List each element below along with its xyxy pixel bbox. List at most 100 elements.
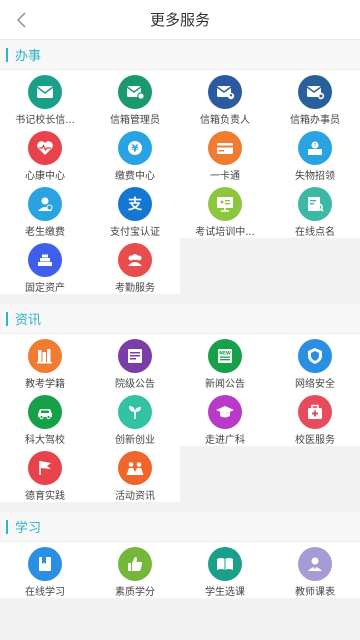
section-title: 学习	[15, 521, 42, 536]
service-tile[interactable]: 考勤服务	[90, 238, 180, 294]
service-tile[interactable]: 固定资产	[0, 238, 90, 294]
service-tile[interactable]: 信箱负责人	[180, 70, 270, 126]
service-tile[interactable]: 教考学籍	[0, 334, 90, 390]
service-tile[interactable]: NEW 新闻公告	[180, 334, 270, 390]
service-label: 教师课表	[295, 587, 335, 598]
service-tile[interactable]: 信箱管理员	[90, 70, 180, 126]
section-header: 资讯	[0, 304, 360, 334]
service-label: 在线学习	[25, 587, 65, 598]
card-icon	[208, 131, 242, 165]
service-label: 信箱办事员	[290, 115, 340, 126]
service-label: 活动资讯	[115, 491, 155, 502]
service-label: 新闻公告	[205, 379, 245, 390]
service-label: 考勤服务	[115, 283, 155, 294]
service-label: 支付宝认证	[110, 227, 160, 238]
service-tile[interactable]: 创新创业	[90, 390, 180, 446]
car-icon	[28, 395, 62, 429]
svg-text:NEW: NEW	[219, 351, 231, 357]
page-title: 更多服务	[149, 11, 210, 29]
open-book-icon	[208, 547, 242, 581]
mail-person-icon	[208, 75, 242, 109]
service-label: 科大驾校	[25, 435, 65, 446]
service-tile[interactable]: 心康中心	[0, 126, 90, 182]
svg-text:?: ?	[314, 143, 317, 149]
service-tile[interactable]: 考试培训中...	[180, 182, 270, 238]
svg-text:¥: ¥	[132, 144, 139, 155]
service-label: 素质学分	[115, 587, 155, 598]
news-icon: NEW	[208, 339, 242, 373]
service-label: 老生缴费	[25, 227, 65, 238]
section-accent-bar	[6, 47, 8, 62]
service-label: 教考学籍	[25, 379, 65, 390]
book-icon	[28, 547, 62, 581]
sprout-icon	[118, 395, 152, 429]
teacher-icon	[298, 547, 332, 581]
service-tile[interactable]: 院级公告	[90, 334, 180, 390]
service-label: 学生选课	[205, 587, 245, 598]
service-label: 走进广科	[205, 435, 245, 446]
mail-settings-icon	[118, 75, 152, 109]
service-grid: 在线学习 素质学分 学生选课 教师课表	[0, 542, 360, 598]
service-tile[interactable]: 老生缴费	[0, 182, 90, 238]
service-label: 缴费中心	[115, 171, 155, 182]
service-tile[interactable]: 活动资讯	[90, 446, 180, 502]
service-grid: 书记校长信... 信箱管理员 信箱负责人 信箱办事员 心康中心 ¥ 缴费中心 一卡通? 失物招领…	[0, 70, 360, 294]
section-accent-bar	[6, 311, 8, 326]
section-divider	[0, 502, 360, 512]
people-icon	[118, 451, 152, 485]
section-title: 资讯	[15, 313, 42, 328]
service-label: 失物招领	[295, 171, 335, 182]
top-bar: 更多服务	[0, 0, 360, 40]
service-label: 院级公告	[115, 379, 155, 390]
graduation-cap-icon	[208, 395, 242, 429]
service-tile[interactable]: 素质学分	[90, 542, 180, 598]
mail-clerk-icon	[298, 75, 332, 109]
service-tile[interactable]: 德育实践	[0, 446, 90, 502]
service-tile[interactable]: 科大驾校	[0, 390, 90, 446]
payment-person-icon	[28, 187, 62, 221]
service-tile[interactable]: 在线点名	[270, 182, 360, 238]
service-tile[interactable]: 书记校长信...	[0, 70, 90, 126]
service-label: 考试培训中...	[195, 227, 255, 238]
services-list: 办事 书记校长信... 信箱管理员 信箱负责人 信箱办事员 心康中心 ¥ 缴费中心 一卡通? 失物…	[0, 40, 360, 640]
section-header: 办事	[0, 40, 360, 70]
shield-icon	[298, 339, 332, 373]
service-label: 固定资产	[25, 283, 65, 294]
books-icon	[28, 339, 62, 373]
service-grid: 教考学籍 院级公告 NEW 新闻公告 网络安全科大驾校 创新创业 走进广科 校医服务德育实践 活…	[0, 334, 360, 502]
service-label: 创新创业	[115, 435, 155, 446]
service-label: 德育实践	[25, 491, 65, 502]
service-label: 书记校长信...	[15, 115, 75, 126]
service-label: 校医服务	[295, 435, 335, 446]
section-title: 办事	[15, 49, 42, 64]
attendance-icon	[118, 243, 152, 277]
thumb-up-icon	[118, 547, 152, 581]
service-label: 信箱管理员	[110, 115, 160, 126]
service-tile[interactable]: 走进广科	[180, 390, 270, 446]
assets-icon	[28, 243, 62, 277]
section-divider	[0, 294, 360, 304]
service-tile[interactable]: 教师课表	[270, 542, 360, 598]
medical-kit-icon	[298, 395, 332, 429]
service-label: 网络安全	[295, 379, 335, 390]
service-tile[interactable]: 支支付宝认证	[90, 182, 180, 238]
service-tile[interactable]: 校医服务	[270, 390, 360, 446]
yen-icon: ¥	[118, 131, 152, 165]
service-tile[interactable]: 在线学习	[0, 542, 90, 598]
alipay-icon: 支	[118, 187, 152, 221]
service-tile[interactable]: 信箱办事员	[270, 70, 360, 126]
mail-icon	[28, 75, 62, 109]
section-header: 学习	[0, 512, 360, 542]
service-tile[interactable]: 学生选课	[180, 542, 270, 598]
service-tile[interactable]: 一卡通	[180, 126, 270, 182]
service-tile[interactable]: ¥ 缴费中心	[90, 126, 180, 182]
heart-pulse-icon	[28, 131, 62, 165]
service-tile[interactable]: 网络安全	[270, 334, 360, 390]
service-label: 心康中心	[25, 171, 65, 182]
service-label: 信箱负责人	[200, 115, 250, 126]
service-tile[interactable]: ? 失物招领	[270, 126, 360, 182]
flag-icon	[28, 451, 62, 485]
svg-text:支: 支	[127, 196, 143, 213]
service-label: 一卡通	[210, 171, 240, 182]
service-label: 在线点名	[295, 227, 335, 238]
